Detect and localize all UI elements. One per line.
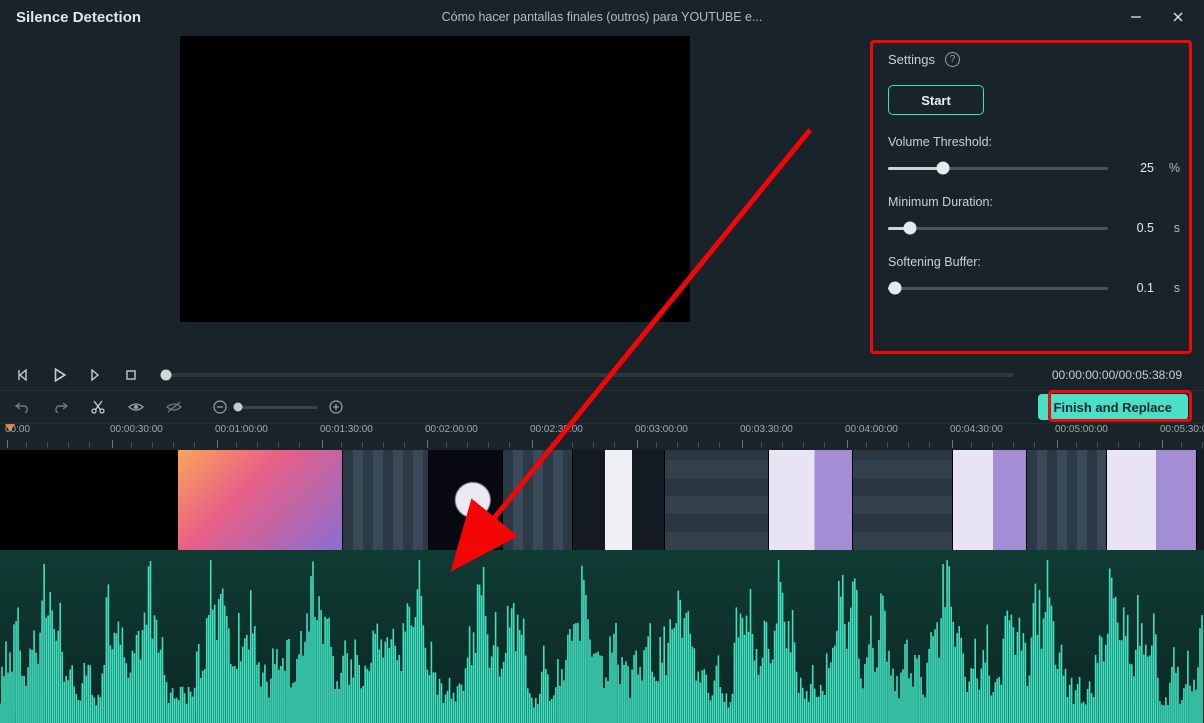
ruler-label: 00:05:30:00	[1160, 424, 1204, 435]
clip-thumbnail[interactable]	[769, 450, 853, 550]
start-button[interactable]: Start	[888, 85, 984, 115]
ruler-label: 00:00:30:00	[110, 424, 163, 435]
prev-frame-button[interactable]	[16, 368, 30, 382]
finish-and-replace-button[interactable]: Finish and Replace	[1038, 394, 1188, 420]
cut-button[interactable]	[90, 399, 106, 415]
transport-bar: 00:00:00:00/00:05:38:09	[0, 360, 1204, 390]
minimum-duration-value: 0.5	[1118, 221, 1154, 235]
preview-frame	[180, 36, 690, 322]
ruler-label: 00:00	[5, 424, 30, 435]
ruler-label: 00:04:30:00	[950, 424, 1003, 435]
ruler-label: 00:01:30:00	[320, 424, 373, 435]
close-button[interactable]	[1158, 3, 1198, 31]
ruler-label: 00:04:00:00	[845, 424, 898, 435]
zoom-out-button[interactable]	[212, 399, 228, 415]
minimize-button[interactable]	[1116, 3, 1156, 31]
volume-threshold-slider[interactable]	[888, 161, 1108, 175]
volume-threshold-value: 25	[1118, 161, 1154, 175]
undo-button[interactable]	[14, 399, 30, 415]
ruler-label: 00:05:00:00	[1055, 424, 1108, 435]
title-bar: Silence Detection Cómo hacer pantallas f…	[0, 0, 1204, 34]
zoom-slider[interactable]	[238, 406, 318, 409]
preview-visible-icon[interactable]	[128, 399, 144, 415]
timeline-ruler[interactable]: 00:00 00:00:30:00 00:01:00:00 00:01:30:00 00…	[0, 424, 1204, 450]
clip-thumbnail[interactable]	[503, 450, 573, 550]
help-icon[interactable]: ?	[945, 52, 960, 67]
clip-thumbnail[interactable]	[665, 450, 769, 550]
settings-panel: Settings ? Start Volume Threshold: 25 % …	[870, 34, 1204, 360]
clip-thumbnail[interactable]	[573, 450, 665, 550]
document-title: Cómo hacer pantallas finales (outros) pa…	[442, 10, 763, 24]
minimum-duration-label: Minimum Duration:	[888, 195, 1180, 209]
ruler-label: 00:01:00:00	[215, 424, 268, 435]
softening-buffer-label: Softening Buffer:	[888, 255, 1180, 269]
play-pause-button[interactable]	[52, 368, 66, 382]
redo-button[interactable]	[52, 399, 68, 415]
next-frame-button[interactable]	[88, 368, 102, 382]
softening-buffer-slider[interactable]	[888, 281, 1108, 295]
clip-thumbnail[interactable]	[853, 450, 953, 550]
softening-buffer-value: 0.1	[1118, 281, 1154, 295]
stop-button[interactable]	[124, 368, 138, 382]
ruler-label: 00:02:00:00	[425, 424, 478, 435]
ruler-label: 00:03:00:00	[635, 424, 688, 435]
clip-thumbnail[interactable]	[1027, 450, 1107, 550]
video-preview	[0, 34, 870, 360]
minimum-duration-slider[interactable]	[888, 221, 1108, 235]
scrubber[interactable]	[166, 373, 1014, 377]
preview-hidden-icon[interactable]	[166, 399, 182, 415]
clip-thumbnail[interactable]	[178, 450, 343, 550]
settings-heading: Settings	[888, 52, 935, 67]
volume-threshold-label: Volume Threshold:	[888, 135, 1180, 149]
clip-thumbnail[interactable]	[429, 450, 503, 550]
minimum-duration-unit: s	[1164, 221, 1180, 235]
timeline-toolbar: Finish and Replace	[0, 390, 1204, 424]
volume-threshold-unit: %	[1164, 161, 1180, 175]
app-title: Silence Detection	[16, 9, 141, 26]
clip-thumbnail-strip[interactable]	[0, 450, 1204, 550]
zoom-in-button[interactable]	[328, 399, 344, 415]
ruler-label: 00:02:30:00	[530, 424, 583, 435]
softening-buffer-unit: s	[1164, 281, 1180, 295]
clip-thumbnail[interactable]	[343, 450, 429, 550]
clip-thumbnail[interactable]	[0, 450, 178, 550]
ruler-label: 00:03:30:00	[740, 424, 793, 435]
audio-waveform[interactable]	[0, 550, 1204, 723]
timecode-display: 00:00:00:00/00:05:38:09	[1052, 368, 1182, 382]
clip-thumbnail[interactable]	[1107, 450, 1197, 550]
clip-thumbnail[interactable]	[953, 450, 1027, 550]
